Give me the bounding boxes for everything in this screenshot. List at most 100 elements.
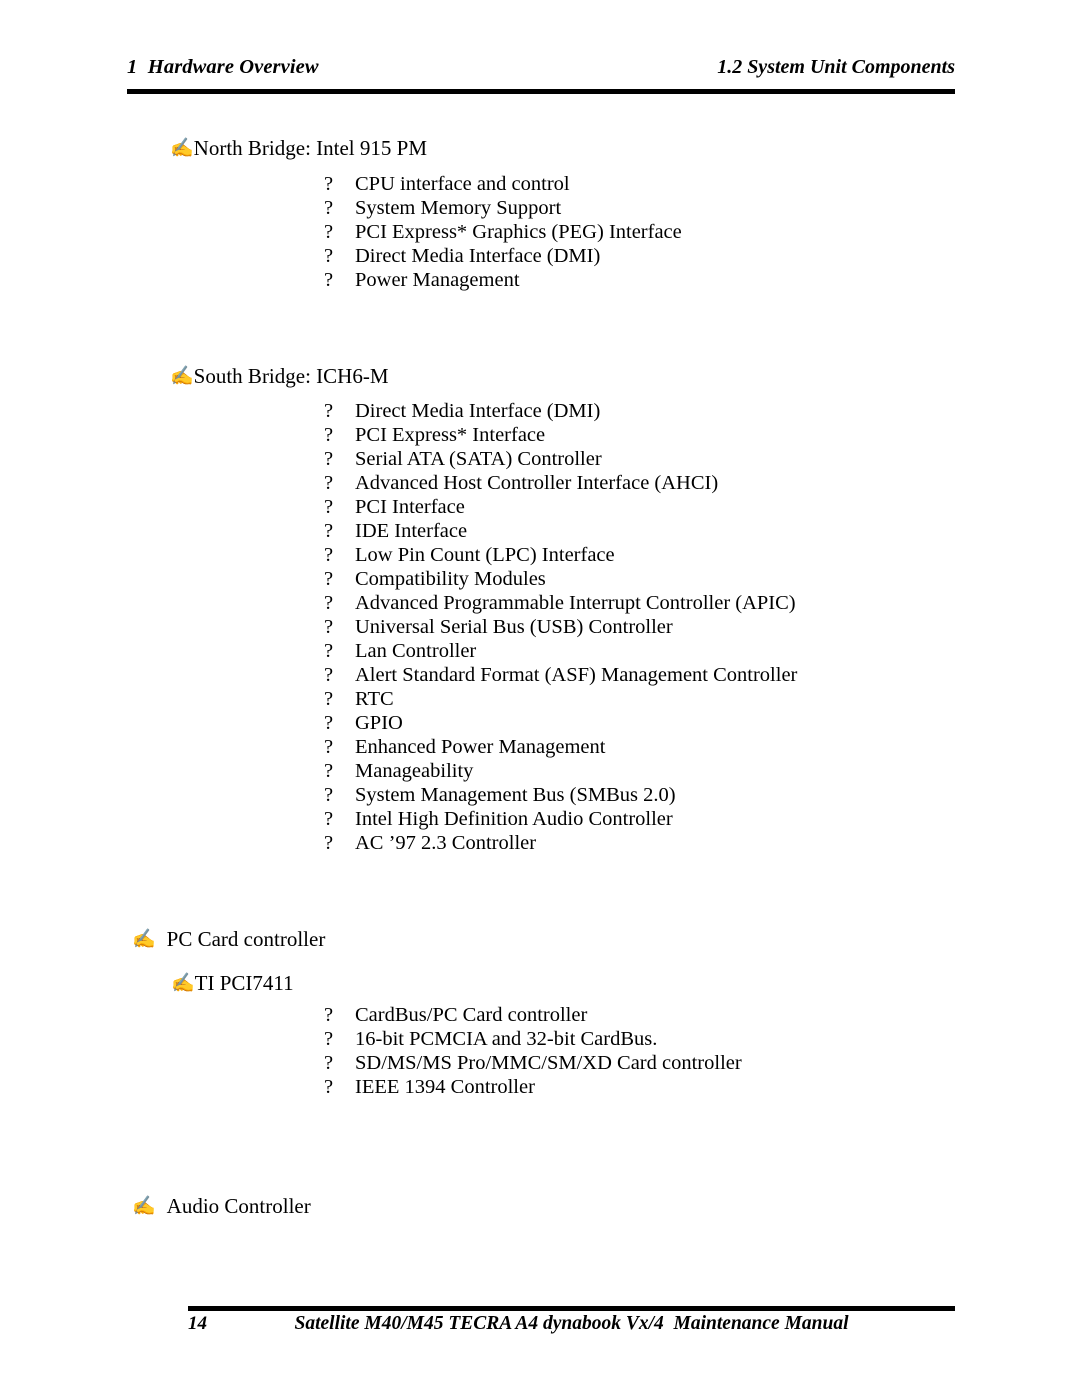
list-item-label: PCI Express* Graphics (PEG) Interface xyxy=(355,221,682,243)
question-bullet-icon: ? xyxy=(324,197,334,219)
question-bullet-icon: ? xyxy=(324,424,334,446)
list-item-label: AC ’97 2.3 Controller xyxy=(355,832,537,854)
list-item-label: PCI Express* Interface xyxy=(355,424,546,446)
section-heading-label: PC Card controller xyxy=(166,927,326,951)
question-bullet-icon: ? xyxy=(324,760,334,782)
list-item-label: Universal Serial Bus (USB) Controller xyxy=(355,616,673,638)
list-item-label: RTC xyxy=(355,688,394,710)
question-bullet-icon: ? xyxy=(324,808,334,830)
list-item: ? AC ’97 2.3 Controller xyxy=(324,831,536,855)
list-item-label: CPU interface and control xyxy=(355,173,570,195)
section-heading-south-bridge: ✍ South Bridge: ICH6-M xyxy=(170,364,389,390)
list-item: ? Direct Media Interface (DMI) xyxy=(324,399,600,423)
list-item: ? PCI Express* Interface xyxy=(324,423,545,447)
list-item: ? Direct Media Interface (DMI) xyxy=(324,244,600,268)
list-item: ? Intel High Definition Audio Controller xyxy=(324,807,673,831)
question-bullet-icon: ? xyxy=(324,1052,334,1074)
list-item-label: Advanced Programmable Interrupt Controll… xyxy=(355,592,796,614)
list-item-label: SD/MS/MS Pro/MMC/SM/XD Card controller xyxy=(355,1052,742,1074)
question-bullet-icon: ? xyxy=(324,472,334,494)
list-item-label: Power Management xyxy=(355,269,520,291)
list-item-label: Lan Controller xyxy=(355,640,477,662)
list-item: ? Power Management xyxy=(324,268,520,292)
list-item: ? IDE Interface xyxy=(324,519,467,543)
question-bullet-icon: ? xyxy=(324,832,334,854)
list-item: ? Enhanced Power Management xyxy=(324,735,605,759)
section-heading-label: South Bridge: ICH6-M xyxy=(193,364,389,388)
list-item-label: Direct Media Interface (DMI) xyxy=(355,245,601,267)
footer-divider-rule xyxy=(188,1306,955,1311)
section-heading-audio-controller: ✍ Audio Controller xyxy=(132,1194,311,1220)
list-item-label: System Memory Support xyxy=(355,197,562,219)
list-item: ? Universal Serial Bus (USB) Controller xyxy=(324,615,673,639)
question-bullet-icon: ? xyxy=(324,173,334,195)
header-chapter-title: 1 Hardware Overview xyxy=(127,56,319,78)
question-bullet-icon: ? xyxy=(324,712,334,734)
question-bullet-icon: ? xyxy=(324,245,334,267)
question-bullet-icon: ? xyxy=(324,221,334,243)
list-item: ? Serial ATA (SATA) Controller xyxy=(324,447,602,471)
writing-hand-icon: ✍ xyxy=(132,929,156,950)
question-bullet-icon: ? xyxy=(324,1004,334,1026)
page-footer: 14 Satellite M40/M45 TECRA A4 dynabook V… xyxy=(188,1313,955,1339)
list-item: ? PCI Interface xyxy=(324,495,465,519)
subsection-heading-label: TI PCI7411 xyxy=(194,971,294,995)
list-item: ? Alert Standard Format (ASF) Management… xyxy=(324,663,797,687)
list-item: ? System Management Bus (SMBus 2.0) xyxy=(324,783,676,807)
document-page: 1 Hardware Overview 1.2 System Unit Comp… xyxy=(0,0,1080,1397)
list-item-label: Direct Media Interface (DMI) xyxy=(355,400,601,422)
question-bullet-icon: ? xyxy=(324,400,334,422)
question-bullet-icon: ? xyxy=(324,568,334,590)
list-item: ? Low Pin Count (LPC) Interface xyxy=(324,543,615,567)
question-bullet-icon: ? xyxy=(324,592,334,614)
question-bullet-icon: ? xyxy=(324,448,334,470)
list-item-label: Advanced Host Controller Interface (AHCI… xyxy=(355,472,719,494)
list-item-label: PCI Interface xyxy=(355,496,465,518)
question-bullet-icon: ? xyxy=(324,616,334,638)
question-bullet-icon: ? xyxy=(324,784,334,806)
list-item-label: Manageability xyxy=(355,760,474,782)
list-item-label: Serial ATA (SATA) Controller xyxy=(355,448,602,470)
list-item-label: Enhanced Power Management xyxy=(355,736,606,758)
list-item: ? Compatibility Modules xyxy=(324,567,546,591)
question-bullet-icon: ? xyxy=(324,520,334,542)
writing-hand-icon: ✍ xyxy=(170,366,194,387)
list-item-label: 16-bit PCMCIA and 32-bit CardBus. xyxy=(355,1028,658,1050)
writing-hand-icon: ✍ xyxy=(171,973,195,994)
list-item-label: Alert Standard Format (ASF) Management C… xyxy=(355,664,798,686)
section-heading-label: Audio Controller xyxy=(166,1194,311,1218)
list-item: ? PCI Express* Graphics (PEG) Interface xyxy=(324,220,682,244)
list-item-label: GPIO xyxy=(355,712,403,734)
question-bullet-icon: ? xyxy=(324,640,334,662)
list-item-label: IDE Interface xyxy=(355,520,468,542)
list-item: ? CPU interface and control xyxy=(324,172,570,196)
list-item: ? Lan Controller xyxy=(324,639,476,663)
footer-manual-title: Satellite M40/M45 TECRA A4 dynabook Vx/4… xyxy=(294,1313,849,1334)
list-item: ? IEEE 1394 Controller xyxy=(324,1075,535,1099)
list-item: ? System Memory Support xyxy=(324,196,561,220)
list-item: ? SD/MS/MS Pro/MMC/SM/XD Card controller xyxy=(324,1051,742,1075)
list-item: ? GPIO xyxy=(324,711,403,735)
section-heading-label: North Bridge: Intel 915 PM xyxy=(193,136,427,160)
subsection-heading-ti-pci7411: ✍ TI PCI7411 xyxy=(171,971,294,997)
question-bullet-icon: ? xyxy=(324,544,334,566)
page-header: 1 Hardware Overview 1.2 System Unit Comp… xyxy=(127,56,955,79)
list-item: ? CardBus/PC Card controller xyxy=(324,1003,587,1027)
question-bullet-icon: ? xyxy=(324,1028,334,1050)
list-item: ? Advanced Host Controller Interface (AH… xyxy=(324,471,718,495)
question-bullet-icon: ? xyxy=(324,736,334,758)
list-item: ? 16-bit PCMCIA and 32-bit CardBus. xyxy=(324,1027,657,1051)
question-bullet-icon: ? xyxy=(324,664,334,686)
writing-hand-icon: ✍ xyxy=(132,1196,156,1217)
list-item-label: CardBus/PC Card controller xyxy=(355,1004,588,1026)
section-heading-north-bridge: ✍ North Bridge: Intel 915 PM xyxy=(170,136,427,162)
question-bullet-icon: ? xyxy=(324,269,334,291)
writing-hand-icon: ✍ xyxy=(170,138,194,159)
header-section-title: 1.2 System Unit Components xyxy=(717,56,955,78)
list-item: ? Manageability xyxy=(324,759,473,783)
list-item-label: Low Pin Count (LPC) Interface xyxy=(355,544,615,566)
header-divider-rule xyxy=(127,89,955,94)
list-item-label: Intel High Definition Audio Controller xyxy=(355,808,673,830)
question-bullet-icon: ? xyxy=(324,688,334,710)
list-item-label: IEEE 1394 Controller xyxy=(355,1076,535,1098)
